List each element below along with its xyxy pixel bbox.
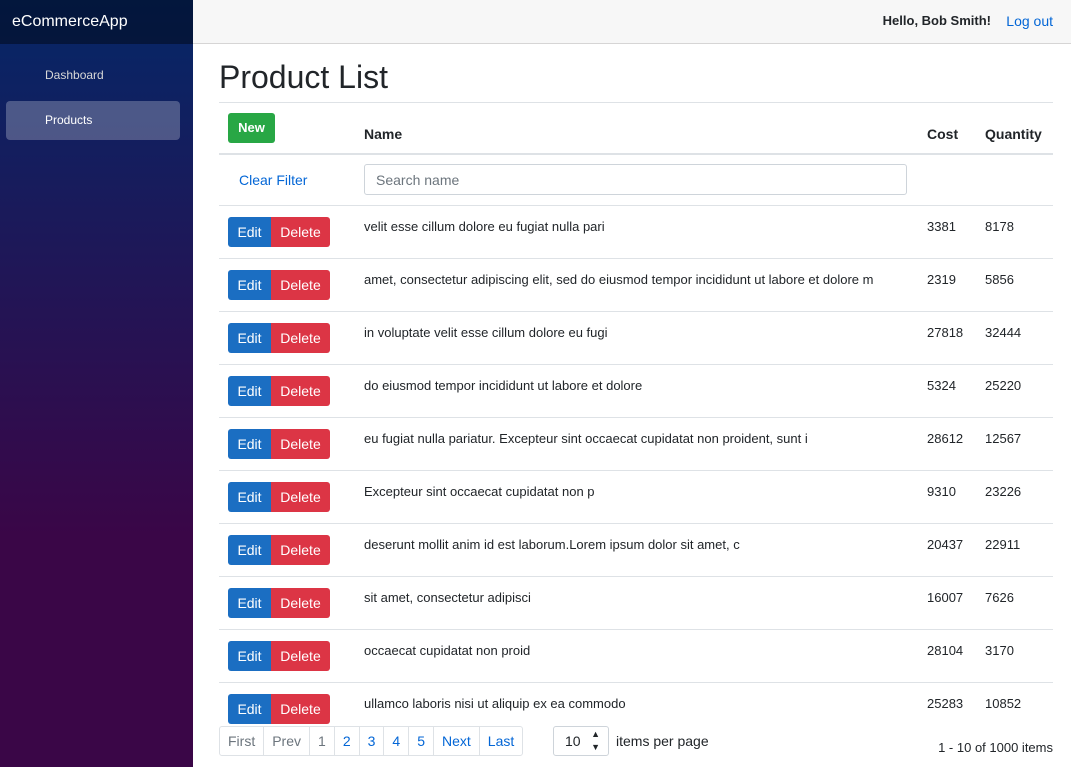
product-name-cell: sit amet, consectetur adipisci — [355, 576, 918, 630]
product-cost-cell: 28104 — [918, 629, 976, 683]
delete-button[interactable]: Delete — [271, 481, 330, 512]
top-bar: Hello, Bob Smith! Log out — [193, 0, 1071, 44]
items-per-page-label: items per page — [616, 733, 709, 749]
filter-row: Clear Filter — [219, 154, 1053, 206]
delete-button[interactable]: Delete — [271, 322, 330, 353]
page-1-button[interactable]: 1 — [309, 726, 335, 756]
product-quantity-cell: 8178 — [976, 205, 1053, 259]
page-prev-button[interactable]: Prev — [263, 726, 311, 756]
edit-button[interactable]: Edit — [228, 375, 271, 406]
product-name-cell: Excepteur sint occaecat cupidatat non p — [355, 470, 918, 524]
page-last-button[interactable]: Last — [478, 726, 524, 756]
delete-button[interactable]: Delete — [271, 269, 330, 300]
product-quantity-cell: 12567 — [976, 417, 1053, 471]
table-row: Edit Delete in voluptate velit esse cillum… — [219, 311, 1053, 365]
main-content: Product List New Name Cost Quantity Clea… — [219, 44, 1053, 735]
delete-button[interactable]: Delete — [271, 216, 330, 247]
product-name-cell: amet, consectetur adipiscing elit, sed d… — [355, 258, 918, 312]
search-name-input[interactable] — [364, 164, 907, 195]
items-count-summary: 1 - 10 of 1000 items — [938, 740, 1053, 755]
table-row: Edit Delete do eiusmod tempor incididunt u… — [219, 364, 1053, 418]
product-cost-cell: 3381 — [918, 205, 976, 259]
delete-button[interactable]: Delete — [271, 587, 330, 618]
page-5-button[interactable]: 5 — [408, 726, 434, 756]
product-name-cell: occaecat cupidatat non proid — [355, 629, 918, 683]
table-row: Edit Delete sit amet, consectetur adipisci… — [219, 576, 1053, 630]
edit-button[interactable]: Edit — [228, 428, 271, 459]
edit-button[interactable]: Edit — [228, 640, 271, 671]
table-row: Edit Delete velit esse cillum dolore eu fu… — [219, 205, 1053, 259]
edit-button[interactable]: Edit — [228, 269, 271, 300]
product-cost-cell: 9310 — [918, 470, 976, 524]
product-name-cell: deserunt mollit anim id est laborum.Lore… — [355, 523, 918, 577]
delete-button[interactable]: Delete — [271, 428, 330, 459]
column-header-quantity: Quantity — [976, 102, 1053, 155]
product-name-cell: in voluptate velit esse cillum dolore eu… — [355, 311, 918, 365]
new-product-button[interactable]: New — [228, 113, 275, 143]
pagination: First Prev 1 2 3 4 5 Next Last — [219, 726, 524, 756]
product-quantity-cell: 32444 — [976, 311, 1053, 365]
page-first-button[interactable]: First — [219, 726, 265, 756]
delete-button[interactable]: Delete — [271, 375, 330, 406]
table-row: Edit Delete eu fugiat nulla pariatur. Exce… — [219, 417, 1053, 471]
delete-button[interactable]: Delete — [271, 693, 330, 724]
product-cost-cell: 28612 — [918, 417, 976, 471]
page-4-button[interactable]: 4 — [383, 726, 410, 756]
app-brand[interactable]: eCommerceApp — [0, 0, 193, 44]
product-quantity-cell: 3170 — [976, 629, 1053, 683]
product-cost-cell: 16007 — [918, 576, 976, 630]
product-name-cell: eu fugiat nulla pariatur. Excepteur sint… — [355, 417, 918, 471]
edit-button[interactable]: Edit — [228, 693, 271, 724]
sidebar-item-dashboard[interactable]: Dashboard — [6, 56, 180, 95]
page-size-value: 10 — [565, 733, 581, 749]
product-quantity-cell: 7626 — [976, 576, 1053, 630]
product-cost-cell: 27818 — [918, 311, 976, 365]
product-cost-cell: 20437 — [918, 523, 976, 577]
table-row: Edit Delete deserunt mollit anim id est la… — [219, 523, 1053, 577]
edit-button[interactable]: Edit — [228, 322, 271, 353]
edit-button[interactable]: Edit — [228, 216, 271, 247]
table-row: Edit Delete occaecat cupidatat non proid 28… — [219, 629, 1053, 683]
product-quantity-cell: 22911 — [976, 523, 1053, 577]
product-cost-cell: 5324 — [918, 364, 976, 418]
page-size-select[interactable]: 10 ▲ ▼ — [553, 726, 609, 756]
clear-filter-link[interactable]: Clear Filter — [239, 172, 307, 188]
table-row: Edit Delete Excepteur sint occaecat cupida… — [219, 470, 1053, 524]
edit-button[interactable]: Edit — [228, 534, 271, 565]
table-row: Edit Delete amet, consectetur adipiscing e… — [219, 258, 1053, 312]
sidebar-nav: Dashboard Products — [0, 44, 193, 140]
edit-button[interactable]: Edit — [228, 481, 271, 512]
user-greeting: Hello, Bob Smith! — [882, 13, 991, 28]
page-next-button[interactable]: Next — [433, 726, 480, 756]
page-3-button[interactable]: 3 — [358, 726, 385, 756]
column-header-name: Name — [355, 102, 918, 155]
select-caret-icon: ▲ ▼ — [591, 729, 600, 752]
product-quantity-cell: 23226 — [976, 470, 1053, 524]
table-footer: First Prev 1 2 3 4 5 Next Last 10 ▲ ▼ ite… — [219, 726, 1053, 756]
column-header-cost: Cost — [918, 102, 976, 155]
page-title: Product List — [219, 59, 388, 95]
sidebar-item-products[interactable]: Products — [6, 101, 180, 140]
delete-button[interactable]: Delete — [271, 534, 330, 565]
product-name-cell: velit esse cillum dolore eu fugiat nulla… — [355, 205, 918, 259]
product-table: New Name Cost Quantity Clear Filter Edit… — [219, 102, 1053, 735]
product-quantity-cell: 5856 — [976, 258, 1053, 312]
edit-button[interactable]: Edit — [228, 587, 271, 618]
sidebar: eCommerceApp Dashboard Products — [0, 0, 193, 767]
logout-link[interactable]: Log out — [1006, 13, 1053, 29]
page-2-button[interactable]: 2 — [333, 726, 360, 756]
product-quantity-cell: 25220 — [976, 364, 1053, 418]
delete-button[interactable]: Delete — [271, 640, 330, 671]
product-name-cell: do eiusmod tempor incididunt ut labore e… — [355, 364, 918, 418]
product-cost-cell: 2319 — [918, 258, 976, 312]
actions-header: New — [219, 102, 355, 155]
